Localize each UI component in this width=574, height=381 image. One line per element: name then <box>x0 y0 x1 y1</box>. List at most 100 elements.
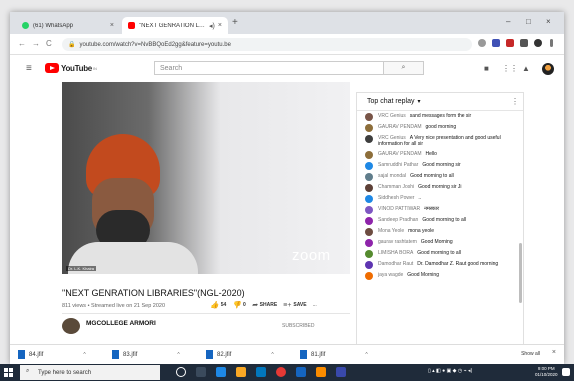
chat-text: Chamman Joshi Good morning sir Ji <box>378 184 462 191</box>
edge-icon[interactable] <box>216 367 226 377</box>
back-button[interactable]: ← <box>18 39 26 48</box>
channel-name[interactable]: MGCOLLEGE ARMORI <box>86 320 156 327</box>
windows-start-icon[interactable] <box>4 368 13 377</box>
download-item[interactable]: 84.jfif ^ <box>18 350 86 359</box>
video-meta: 811 views • Streamed live on 21 Sep 2020 <box>62 303 166 309</box>
chat-body: Good Morning <box>407 271 439 278</box>
dislike-button[interactable]: 👎 0 <box>232 301 246 309</box>
youtube-play-icon <box>45 63 59 73</box>
chat-message[interactable]: GAURAV PENDAM Hello <box>357 149 517 160</box>
chat-header[interactable]: Top chat replay ▾ ⋮ <box>357 93 523 111</box>
audio-icon[interactable]: ◂) <box>209 22 215 30</box>
file-explorer-icon[interactable] <box>236 367 246 377</box>
youtube-logo[interactable]: YouTube IN <box>45 63 97 73</box>
chat-message[interactable]: LIMISHA BORA Good morning to all <box>357 248 517 259</box>
chat-message[interactable]: VINOD PATTIWAR नमस्कार <box>357 204 517 215</box>
system-tray-icons[interactable]: ▯ ▴ ◧ ● ▣ ◆ ◷ ⌁ ◂) <box>428 368 472 374</box>
video-player[interactable]: zoom Dr. L.K. Khaira <box>62 82 350 274</box>
chat-author: Mona Yeole <box>378 227 405 234</box>
notification-icon[interactable] <box>562 368 570 376</box>
share-label: SHARE <box>259 302 278 308</box>
download-item[interactable]: 82.jfif ^ <box>206 350 274 359</box>
star-icon[interactable] <box>478 39 486 47</box>
chat-message[interactable]: Siddhesh Power.. <box>357 193 517 204</box>
chat-message[interactable]: jaya wagde Good Morning <box>357 270 517 281</box>
create-video-icon[interactable]: ■ <box>484 64 489 73</box>
youtube-header: ≡ YouTube IN Search ⌕ ■ ⋮⋮ ▲ <box>10 56 564 80</box>
maximize-button[interactable]: □ <box>526 17 531 26</box>
extension-icon[interactable] <box>506 39 514 47</box>
like-button[interactable]: 👍 54 <box>210 301 226 309</box>
new-tab-button[interactable]: + <box>232 17 238 28</box>
url-field[interactable]: 🔒 youtube.com/watch?v=NvBBQoEd2gg&featur… <box>62 38 472 51</box>
save-label: SAVE <box>293 302 307 308</box>
channel-avatar[interactable] <box>62 318 80 334</box>
download-bar: 84.jfif ^ 83.jfif ^ 82.jfif ^ 81.jfif ^ Show… <box>10 344 564 364</box>
firefox-icon[interactable] <box>316 367 326 377</box>
minimize-button[interactable]: – <box>506 17 510 26</box>
zoom-watermark: zoom <box>292 247 331 264</box>
search-button[interactable]: ⌕ <box>384 61 424 75</box>
reload-button[interactable]: C <box>46 39 52 48</box>
chat-more-icon[interactable]: ⋮ <box>511 97 519 106</box>
chevron-up-icon[interactable]: ^ <box>177 352 179 358</box>
tab-close-icon[interactable]: × <box>110 22 114 29</box>
download-item[interactable]: 81.jfif ^ <box>300 350 368 359</box>
menu-icon[interactable] <box>550 39 553 47</box>
cortana-icon[interactable] <box>176 367 186 377</box>
mail-icon[interactable] <box>296 367 306 377</box>
forward-button[interactable]: → <box>32 39 40 48</box>
tab-strip: (61) WhatsApp × "NEXT GENRATION LIBRARI … <box>10 12 564 34</box>
task-view-icon[interactable] <box>196 367 206 377</box>
chevron-up-icon[interactable]: ^ <box>83 352 85 358</box>
taskbar-search-input[interactable]: ⌕ Type here to search <box>20 365 160 380</box>
chat-author: GAURAV PENDAM <box>378 150 422 157</box>
download-item[interactable]: 83.jfif ^ <box>112 350 180 359</box>
chat-author: Sandeep Pradhan <box>378 216 419 223</box>
tab-label: (61) WhatsApp <box>33 22 74 29</box>
avatar[interactable] <box>542 63 554 75</box>
chat-message[interactable]: Samruddhi Pathar Good morning sir <box>357 160 517 171</box>
presenter-caption: Dr. L.K. Khaira <box>66 266 97 271</box>
chat-message[interactable]: VRC Genius A Very nice presentation and g… <box>357 133 517 149</box>
chrome-icon[interactable] <box>276 367 286 377</box>
chat-message[interactable]: VRC Genius sand messages form the sir <box>357 111 517 122</box>
chat-message[interactable]: Sandeep Pradhan Good morning to all <box>357 215 517 226</box>
chat-avatar <box>365 249 373 258</box>
tab-youtube[interactable]: "NEXT GENRATION LIBRARI ◂) × <box>122 17 228 34</box>
store-icon[interactable] <box>256 367 266 377</box>
chat-author: Siddhesh Power <box>378 194 415 201</box>
subscribe-button[interactable]: SUBSCRIBED <box>282 323 315 329</box>
save-button[interactable]: ≡+ SAVE <box>283 302 306 309</box>
chevron-up-icon[interactable]: ^ <box>365 352 367 358</box>
more-actions-button[interactable]: ... <box>313 302 317 308</box>
chat-body: Good morning to all <box>417 249 461 256</box>
extension-icon[interactable] <box>520 39 528 47</box>
chat-scrollbar[interactable] <box>519 243 522 303</box>
app-icon[interactable] <box>336 367 346 377</box>
extension-icon[interactable] <box>492 39 500 47</box>
close-download-bar-icon[interactable]: × <box>552 349 556 356</box>
taskbar-clock[interactable]: 9:00 PM 01/10/2020 <box>535 366 558 378</box>
profile-icon[interactable] <box>534 39 542 47</box>
tab-close-icon[interactable]: × <box>218 22 222 29</box>
hamburger-icon[interactable]: ≡ <box>26 63 32 74</box>
chat-avatar <box>365 227 373 236</box>
chat-avatar <box>365 205 373 214</box>
chat-message[interactable]: Chamman Joshi Good morning sir Ji <box>357 182 517 193</box>
apps-icon[interactable]: ⋮⋮ <box>502 64 518 73</box>
close-window-button[interactable]: × <box>546 17 551 26</box>
share-button[interactable]: ➦ SHARE <box>252 301 277 309</box>
chevron-up-icon[interactable]: ^ <box>271 352 273 358</box>
chat-author: Damodhar Raut <box>378 260 414 267</box>
chat-message[interactable]: GAURAV PENDAM good morning <box>357 122 517 133</box>
show-all-button[interactable]: Show all <box>521 351 540 357</box>
notifications-icon[interactable]: ▲ <box>522 64 530 73</box>
chat-message[interactable]: Damodhar Raut Dr. Damodhar Z. Raut good m… <box>357 259 517 270</box>
search-input[interactable]: Search <box>154 61 384 75</box>
tab-whatsapp[interactable]: (61) WhatsApp × <box>16 17 120 34</box>
chat-text: VRC Genius A Very nice presentation and g… <box>378 135 511 148</box>
chat-message[interactable]: Mona Yeole mona yeole <box>357 226 517 237</box>
chat-message[interactable]: sajal mondal Good morning to all <box>357 171 517 182</box>
chat-message[interactable]: gaurav rashtatem Good Morning <box>357 237 517 248</box>
